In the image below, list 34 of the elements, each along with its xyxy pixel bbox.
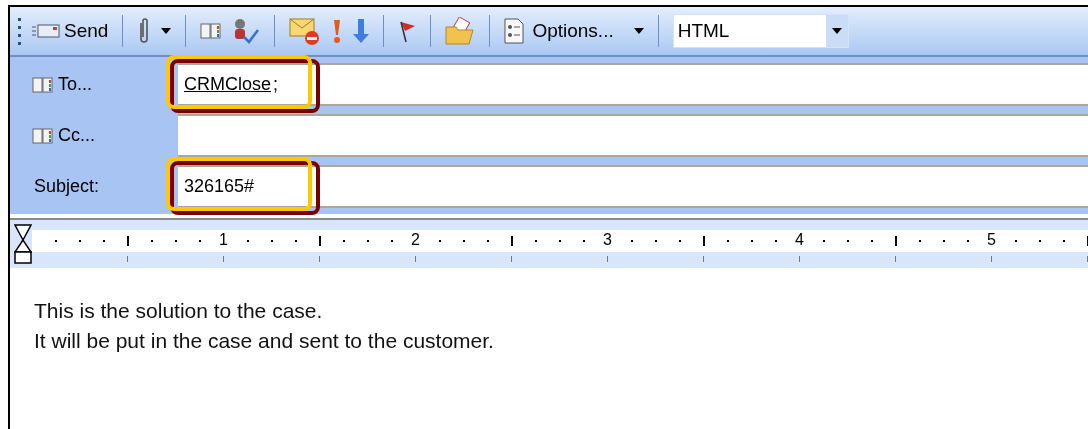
envelope-icon bbox=[32, 23, 60, 39]
body-text: This is the solution to the case. bbox=[34, 298, 324, 324]
address-button[interactable]: To... bbox=[32, 71, 92, 98]
document-list-icon bbox=[504, 18, 525, 44]
ruler-number: 5 bbox=[987, 230, 996, 250]
format-value: HTML bbox=[677, 18, 730, 43]
subject-text: 326165# bbox=[184, 175, 255, 198]
ruler-number: 3 bbox=[603, 230, 612, 250]
caret-icon bbox=[831, 28, 842, 34]
format-dropdown[interactable]: HTML bbox=[672, 14, 849, 48]
recipient-name[interactable]: CRMClose bbox=[184, 71, 271, 98]
check-names-icon[interactable] bbox=[232, 17, 261, 45]
down-arrow-icon[interactable] bbox=[353, 18, 370, 44]
dropdown-caret-icon bbox=[161, 28, 172, 34]
flag-icon[interactable] bbox=[398, 19, 417, 43]
address-book-icon bbox=[32, 75, 54, 94]
send-button[interactable]: Send bbox=[32, 16, 109, 46]
separator-text: ; bbox=[273, 73, 279, 96]
ruler-number: 4 bbox=[795, 230, 804, 250]
envelope-block-icon[interactable] bbox=[289, 16, 322, 46]
input-field[interactable]: 326165# bbox=[178, 165, 1088, 208]
address-book-icon bbox=[200, 22, 223, 40]
options-button[interactable]: Options... bbox=[504, 16, 644, 46]
grip-icon bbox=[18, 16, 22, 46]
address-book-icon bbox=[32, 126, 54, 145]
folder-icon[interactable] bbox=[445, 17, 476, 45]
address-button[interactable]: Cc... bbox=[32, 122, 95, 149]
ruler-number: 2 bbox=[411, 230, 420, 250]
body-text: It will be put in the case and sent to the customer. bbox=[34, 328, 495, 354]
ruler-number: 1 bbox=[219, 230, 228, 250]
input-field[interactable] bbox=[178, 114, 1088, 157]
caret-icon bbox=[633, 28, 644, 34]
input-field[interactable]: CRMClose; bbox=[178, 63, 1088, 106]
field-label: Subject: bbox=[33, 175, 100, 198]
